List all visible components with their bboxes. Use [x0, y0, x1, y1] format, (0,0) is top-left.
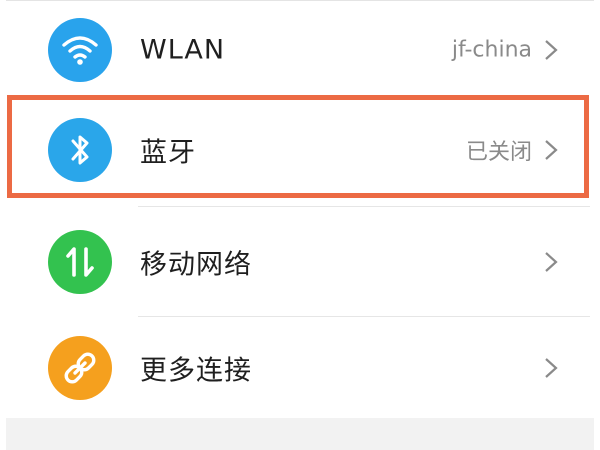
- link-icon: [48, 336, 112, 400]
- mobile-data-icon: [48, 230, 112, 294]
- wifi-icon: [48, 18, 112, 82]
- mobile-network-row[interactable]: 移动网络: [6, 212, 594, 312]
- mobile-network-label: 移动网络: [140, 249, 252, 281]
- more-connections-label: 更多连接: [140, 355, 252, 387]
- highlight-box: [7, 95, 589, 198]
- wlan-value: jf-china: [451, 37, 532, 63]
- chevron-right-icon: [545, 252, 558, 272]
- wlan-row[interactable]: WLAN jf-china: [6, 0, 594, 100]
- wlan-label: WLAN: [140, 34, 226, 66]
- row-divider: [138, 316, 590, 317]
- section-gap: [6, 418, 594, 450]
- more-connections-row[interactable]: 更多连接: [6, 318, 594, 418]
- chevron-right-icon: [545, 40, 558, 60]
- row-divider: [138, 206, 590, 207]
- chevron-right-icon: [545, 358, 558, 378]
